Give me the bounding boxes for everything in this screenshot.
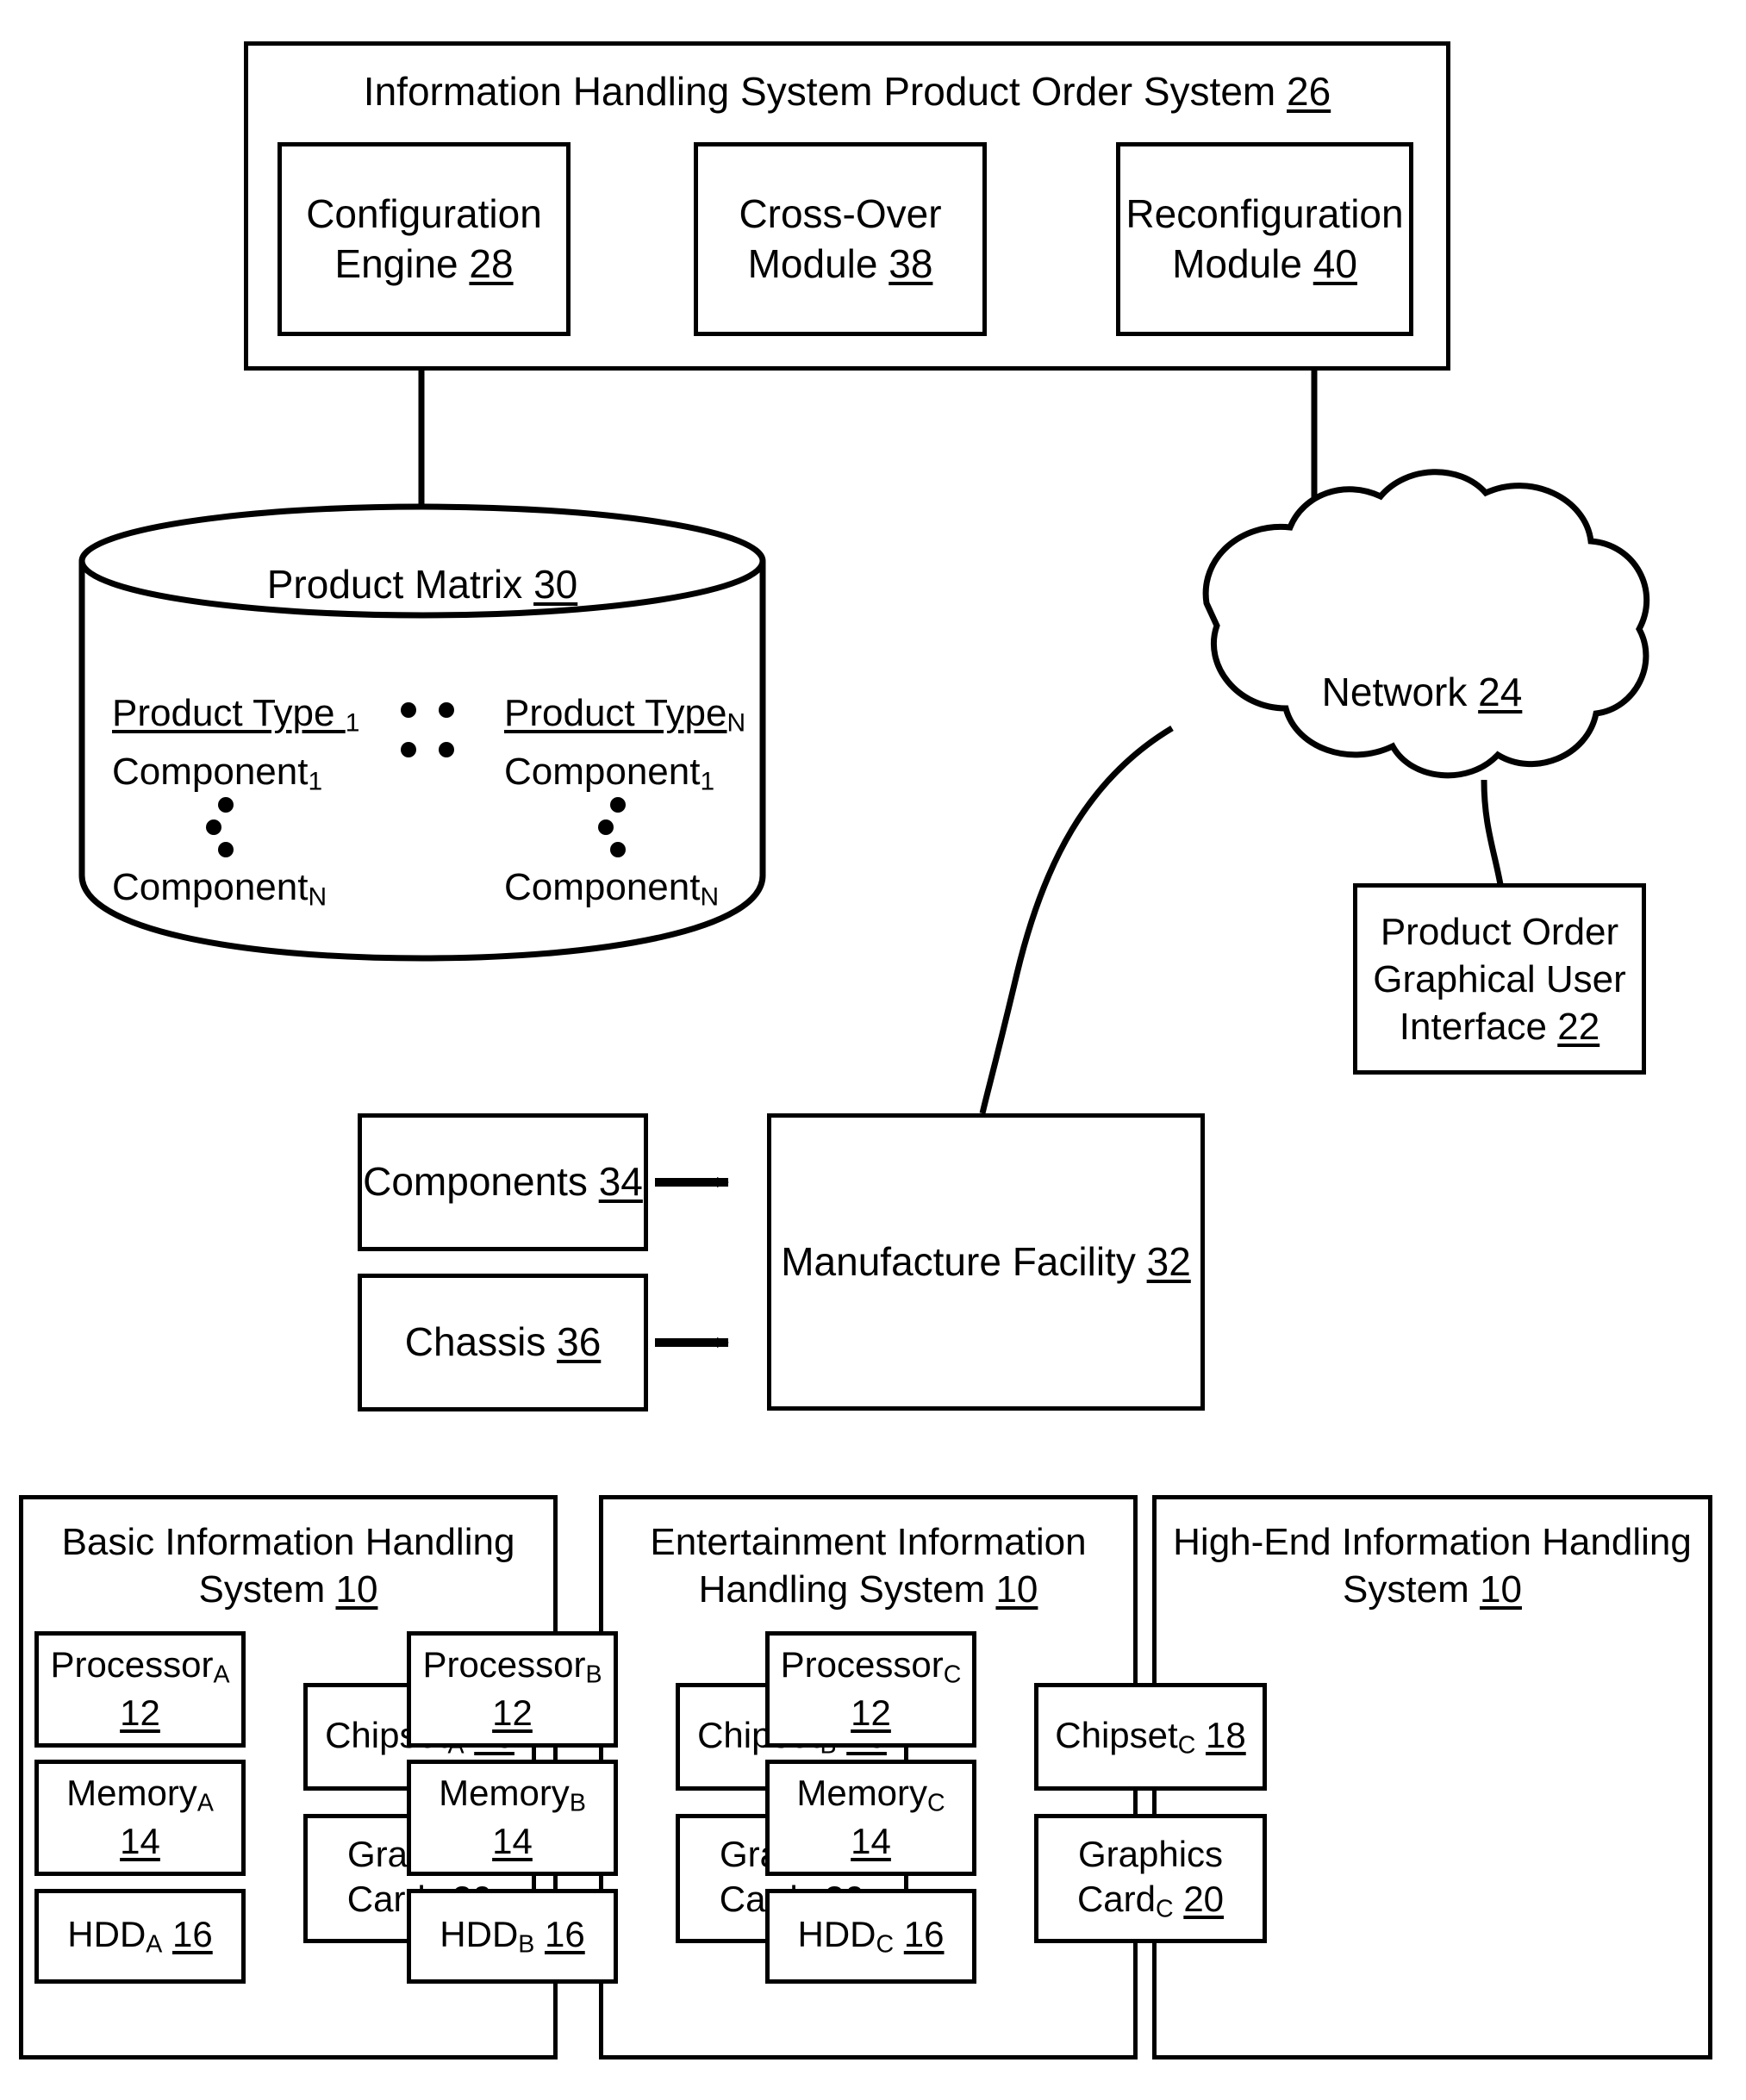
system-basic-hdd-box[interactable]: HDDA 16: [34, 1889, 246, 1984]
system-highend-title-line2: System: [1343, 1568, 1469, 1611]
link-network-manufacture: [979, 725, 1174, 1114]
system-entertainment-hdd-box[interactable]: HDDB 16: [407, 1889, 618, 1984]
link-network-gui: [1481, 779, 1505, 890]
product-type-n-group: Product TypeN Component1: [504, 689, 789, 798]
system-basic-title: Basic Information Handling System 10: [19, 1518, 558, 1613]
system-highend-title: High-End Information Handling System 10: [1152, 1518, 1712, 1613]
network-label: Network 24: [1250, 668, 1594, 718]
components-ref: 34: [598, 1159, 643, 1205]
system-highend-title-line1: High-End Information Handling: [1173, 1521, 1692, 1563]
product-type-n-component-first: Component1: [504, 750, 715, 796]
gui-line1: Product Order: [1380, 910, 1619, 953]
system-entertainment-memory-box[interactable]: MemoryB 14: [407, 1760, 618, 1876]
cross-over-module-ref: 38: [889, 240, 933, 286]
system-highend-graphics-box[interactable]: Graphics CardC 20: [1034, 1814, 1267, 1943]
system-highend-memory-box[interactable]: MemoryC 14: [765, 1760, 976, 1876]
product-type-1-group: Product Type 1 Component1: [112, 689, 396, 798]
order-system-title-text: Information Handling System Product Orde…: [363, 69, 1276, 114]
components-label: Components: [363, 1159, 588, 1205]
chassis-label: Chassis: [404, 1319, 546, 1365]
manufacture-facility-label: Manufacture Facility: [781, 1238, 1136, 1284]
reconfiguration-module-line1: Reconfiguration: [1126, 191, 1404, 236]
components-box[interactable]: Components 34: [358, 1113, 648, 1251]
patent-figure: Information Handling System Product Orde…: [0, 0, 1746, 2100]
order-system-title: Information Handling System Product Orde…: [244, 67, 1450, 117]
chassis-box[interactable]: Chassis 36: [358, 1274, 648, 1411]
system-entertainment-title-ref: 10: [995, 1568, 1038, 1611]
system-basic-title-line2: System: [198, 1568, 326, 1611]
system-basic-title-line1: Basic Information Handling: [61, 1521, 515, 1563]
system-highend-hdd-box[interactable]: HDDC 16: [765, 1889, 976, 1984]
product-matrix-title-text: Product Matrix: [266, 562, 523, 607]
product-order-gui-box[interactable]: Product Order Graphical User Interface 2…: [1353, 883, 1646, 1075]
system-basic-memory-box[interactable]: MemoryA 14: [34, 1760, 246, 1876]
product-type-1-component-last: ComponentN: [112, 866, 327, 912]
cross-over-module-line2: Module: [747, 240, 878, 286]
system-basic-processor-box[interactable]: ProcessorA 12: [34, 1631, 246, 1748]
product-type-1-component-first: Component1: [112, 750, 323, 796]
system-entertainment-title-line2: Handling System: [698, 1568, 986, 1611]
product-matrix-title: Product Matrix 30: [82, 560, 763, 610]
gui-line3: Interface: [1399, 1005, 1548, 1048]
configuration-engine-ref: 28: [469, 240, 514, 286]
product-type-n-heading: Product TypeN: [504, 692, 746, 738]
system-highend-title-ref: 10: [1479, 1568, 1522, 1611]
reconfiguration-module-ref: 40: [1313, 240, 1357, 286]
configuration-engine-line2: Engine: [334, 240, 458, 286]
system-entertainment-title: Entertainment Information Handling Syste…: [599, 1518, 1138, 1613]
horizontal-ellipsis-center: [401, 702, 478, 771]
manufacture-facility-ref: 32: [1146, 1238, 1191, 1284]
system-entertainment-processor-box[interactable]: ProcessorB 12: [407, 1631, 618, 1748]
system-basic-title-ref: 10: [335, 1568, 378, 1611]
network-label-text: Network: [1321, 670, 1468, 714]
reconfiguration-module-line2: Module: [1172, 240, 1302, 286]
system-highend-processor-box[interactable]: ProcessorC 12: [765, 1631, 976, 1748]
product-matrix-title-ref: 30: [533, 562, 578, 607]
chassis-ref: 36: [557, 1319, 602, 1365]
product-type-1-heading: Product Type 1: [112, 692, 360, 738]
reconfiguration-module-box[interactable]: Reconfiguration Module 40: [1116, 142, 1413, 336]
order-system-title-ref: 26: [1287, 69, 1331, 114]
cross-over-module-line1: Cross-Over: [739, 191, 942, 236]
configuration-engine-box[interactable]: Configuration Engine 28: [277, 142, 571, 336]
network-ref: 24: [1478, 670, 1523, 714]
configuration-engine-line1: Configuration: [306, 191, 542, 236]
system-highend-chipset-box[interactable]: ChipsetC 18: [1034, 1683, 1267, 1791]
gui-ref: 22: [1557, 1005, 1600, 1048]
cross-over-module-box[interactable]: Cross-Over Module 38: [694, 142, 987, 336]
manufacture-facility-box[interactable]: Manufacture Facility 32: [767, 1113, 1205, 1411]
system-entertainment-title-line1: Entertainment Information: [650, 1521, 1087, 1563]
gui-line2: Graphical User: [1373, 957, 1626, 1000]
product-type-n-component-last: ComponentN: [504, 866, 720, 912]
vertical-ellipsis-left: [206, 797, 237, 857]
vertical-ellipsis-right: [598, 797, 629, 857]
